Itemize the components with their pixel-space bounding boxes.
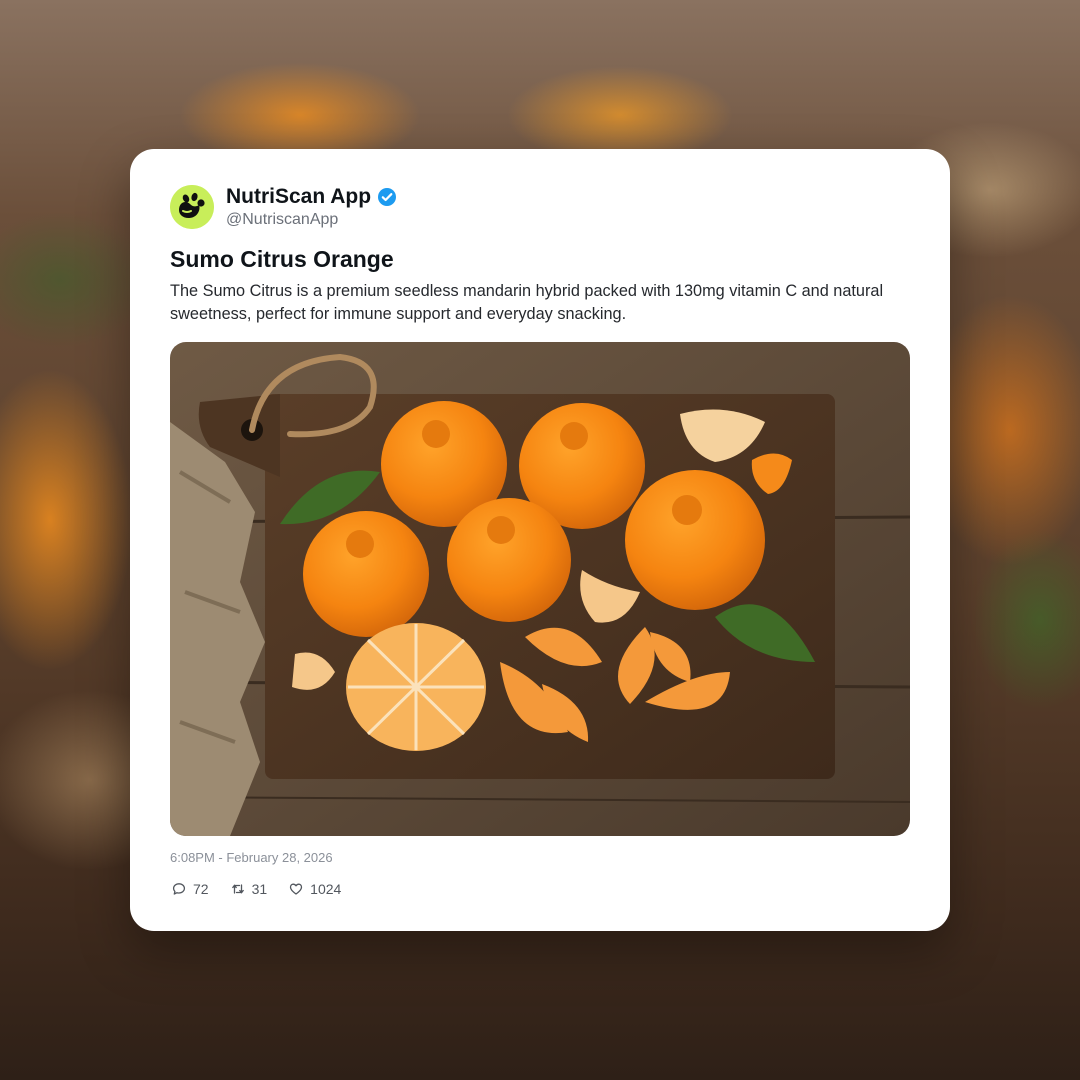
- account-name[interactable]: NutriScan App: [226, 185, 397, 209]
- post-card: NutriScan App @NutriscanApp Sumo Citrus …: [130, 149, 950, 931]
- comment-icon: [172, 883, 186, 895]
- account-handle[interactable]: @NutriscanApp: [226, 211, 338, 229]
- post-image[interactable]: [170, 342, 910, 836]
- reply-count: 72: [193, 881, 209, 897]
- mandarins-on-cutting-board-photo: [170, 342, 910, 836]
- like-button[interactable]: 1024: [289, 881, 341, 897]
- repost-button[interactable]: 31: [231, 881, 268, 897]
- post-timestamp: 6:08PM - February 28, 2026: [170, 850, 333, 865]
- avatar[interactable]: [170, 185, 214, 229]
- like-count: 1024: [310, 881, 342, 897]
- repost-count: 31: [251, 881, 268, 897]
- post-body: The Sumo Citrus is a premium seedless ma…: [170, 282, 884, 323]
- account-name-text[interactable]: NutriScan App: [226, 185, 371, 209]
- reply-button[interactable]: 72: [172, 881, 209, 897]
- post-title: Sumo Citrus Orange: [170, 246, 394, 272]
- leaf-logo-icon: [170, 185, 214, 229]
- heart-icon: [290, 883, 303, 895]
- repost-icon: [231, 884, 244, 894]
- engagement-stats: 72 31 1024: [172, 881, 341, 897]
- verified-badge-icon: [378, 188, 397, 206]
